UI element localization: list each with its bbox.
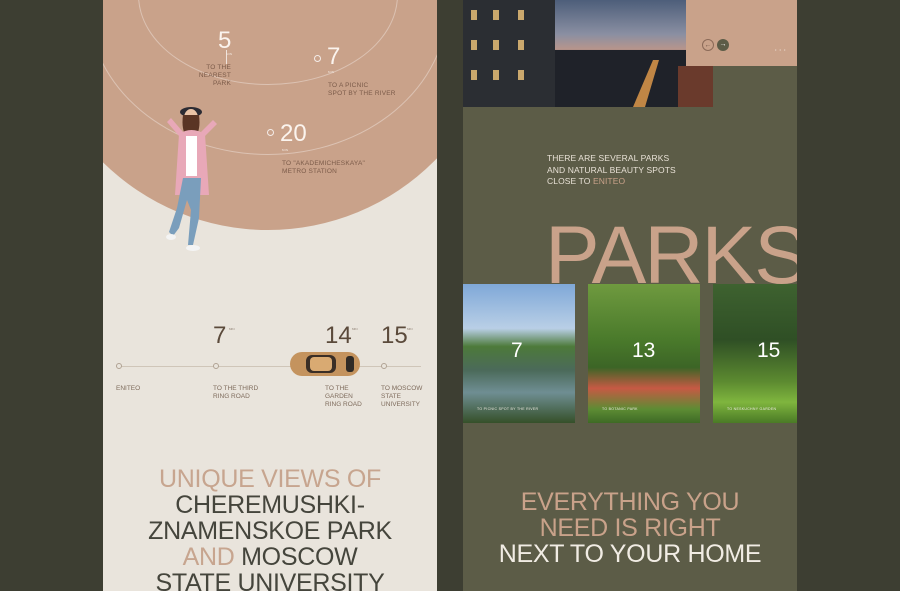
distance-dot — [314, 55, 321, 62]
route-value: 15 — [381, 322, 408, 349]
route-value: 14 — [325, 322, 352, 349]
route-start-label: ENITEO — [116, 385, 141, 392]
slider-pager[interactable]: • • • — [775, 47, 786, 52]
headline-line: ZNAMENSKOE PARK — [148, 517, 392, 545]
route-unit: MIN — [229, 327, 235, 331]
route-label-line: TO THE — [325, 385, 349, 392]
intro-line: AND NATURAL BEAUTY SPOTS — [547, 164, 676, 175]
woman-figure — [166, 107, 217, 251]
distance-label-line: SPOT BY THE RIVER — [328, 90, 396, 97]
distance-unit: MIN — [328, 70, 335, 74]
park-caption: TO PICNIC SPOT BY THE RIVER — [477, 407, 539, 411]
parks-intro: THERE ARE SEVERAL PARKS AND NATURAL BEAU… — [547, 153, 676, 188]
intro-line: THERE ARE SEVERAL PARKS — [547, 153, 670, 163]
home-headline: EVERYTHING YOU NEED IS RIGHT NEXT TO YOU… — [463, 489, 797, 567]
distance-value: 5 — [218, 27, 232, 54]
route-value: 7 — [213, 322, 227, 349]
park-caption: TO BOTANIC PARK — [602, 407, 638, 411]
route-line — [116, 366, 421, 367]
prev-arrow-button[interactable]: ← — [702, 39, 714, 51]
route-label: TO MOSCOW STATE UNIVERSITY — [381, 385, 422, 409]
distance-label: TO THE NEAREST PARK — [179, 64, 231, 88]
city-skyline — [463, 0, 713, 107]
route-label-line: RING ROAD — [213, 393, 250, 400]
distance-label-line: TO A PICNIC — [328, 82, 369, 89]
right-panel: ← → • • • THERE ARE SEVERAL PARKS AND NA… — [463, 0, 797, 591]
distance-label-line: TO "AKADEMICHESKAYA" — [282, 160, 366, 167]
distance-dot — [267, 129, 274, 136]
intro-accent: ENITEO — [592, 176, 626, 186]
headline-line: STATE UNIVERSITY — [155, 569, 385, 591]
left-panel: 5 MIN TO THE NEAREST PARK 7 MIN TO A PIC… — [103, 0, 437, 591]
distance-unit: MIN — [226, 52, 233, 56]
headline-line: UNIQUE VIEWS OF — [159, 465, 381, 493]
headline-line: EVERYTHING YOU — [520, 488, 740, 516]
distance-label: TO "AKADEMICHESKAYA" METRO STATION — [282, 160, 365, 176]
distance-label-line: METRO STATION — [282, 168, 338, 175]
headline-line: NEXT TO YOUR HOME — [498, 540, 762, 568]
park-value: 13 — [632, 339, 656, 362]
distance-label-line: PARK — [212, 80, 231, 87]
headline-line: AND MOSCOW — [103, 544, 437, 570]
headline-accent-word: AND — [182, 543, 235, 571]
park-card[interactable]: 13 TO BOTANIC PARK — [588, 284, 700, 423]
distance-value: 20 — [280, 120, 307, 147]
route-unit: MIN — [352, 327, 358, 331]
route-label-line: RING ROAD — [325, 401, 362, 408]
route-label-line: UNIVERSITY — [381, 401, 421, 408]
route-label-line: TO MOSCOW — [381, 385, 423, 392]
distance-unit: MIN — [282, 148, 289, 152]
views-headline: UNIQUE VIEWS OF CHEREMUSHKI- ZNAMENSKOE … — [103, 466, 437, 591]
headline-line: CHEREMUSHKI- — [175, 491, 365, 519]
car-icon — [290, 352, 360, 376]
park-value: 15 — [757, 339, 781, 362]
intro-line: CLOSE TO ENITEO — [547, 176, 676, 188]
park-caption: TO NESKUCHNY GARDEN — [727, 407, 777, 411]
headline-line: NEED IS RIGHT — [539, 514, 721, 542]
distance-label: TO A PICNIC SPOT BY THE RIVER — [328, 82, 396, 98]
distance-circle — [103, 0, 437, 230]
route-stop-dot — [116, 363, 122, 369]
route-label-line: GARDEN — [325, 393, 353, 400]
slider-panel — [686, 0, 797, 66]
route-stop-dot — [213, 363, 219, 369]
headline-rest: MOSCOW — [234, 543, 358, 571]
route-label-line: STATE — [381, 393, 401, 400]
route-unit: MIN — [407, 327, 413, 331]
next-arrow-button[interactable]: → — [717, 39, 729, 51]
park-value: 7 — [511, 339, 523, 362]
route-label: TO THE THIRD RING ROAD — [213, 385, 258, 401]
route-label-line: TO THE THIRD — [213, 385, 259, 392]
distance-value: 7 — [327, 43, 341, 70]
distance-label-line: TO THE NEAREST — [198, 64, 231, 79]
route-label: TO THE GARDEN RING ROAD — [325, 385, 362, 409]
route-stop-dot — [381, 363, 387, 369]
park-card[interactable]: 7 TO PICNIC SPOT BY THE RIVER — [463, 284, 575, 423]
city-photo — [463, 0, 713, 107]
park-card[interactable]: 15 TO NESKUCHNY GARDEN — [713, 284, 797, 423]
intro-prefix: CLOSE TO — [547, 176, 593, 186]
